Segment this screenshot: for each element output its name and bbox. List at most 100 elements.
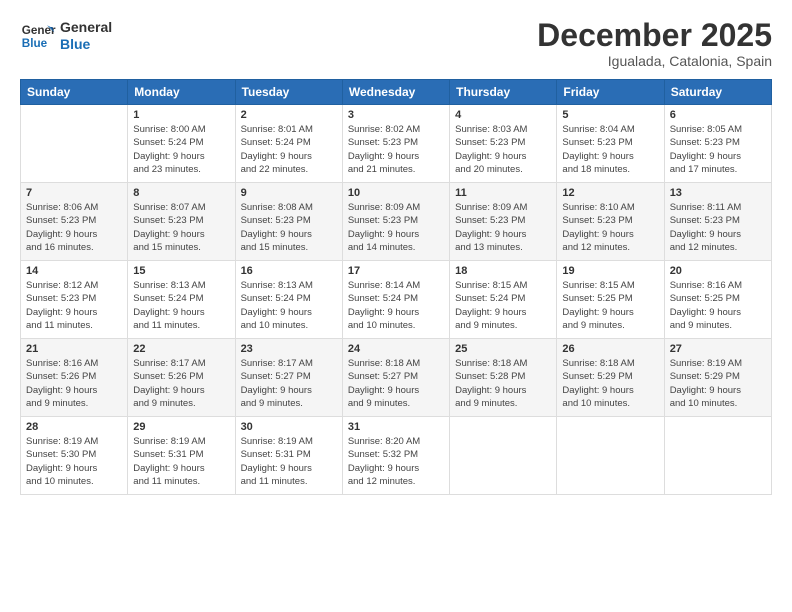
day-info: Sunrise: 8:17 AMSunset: 5:27 PMDaylight:… <box>241 357 337 410</box>
day-number: 17 <box>348 265 444 277</box>
day-info: Sunrise: 8:14 AMSunset: 5:24 PMDaylight:… <box>348 279 444 332</box>
calendar-cell: 13 Sunrise: 8:11 AMSunset: 5:23 PMDayligh… <box>664 183 771 261</box>
day-info: Sunrise: 8:02 AMSunset: 5:23 PMDaylight:… <box>348 123 444 176</box>
calendar-cell: 14Sunrise: 8:12 AMSunset: 5:23 PMDayligh… <box>21 261 128 339</box>
day-number: 29 <box>133 421 229 433</box>
day-number: 19 <box>562 265 658 277</box>
calendar-cell: 18 Sunrise: 8:15 AMSunset: 5:24 PMDayligh… <box>450 261 557 339</box>
day-info: Sunrise: 8:15 AMSunset: 5:24 PMDaylight:… <box>455 279 551 332</box>
calendar-cell: 3 Sunrise: 8:02 AMSunset: 5:23 PMDaylight… <box>342 105 449 183</box>
month-title: December 2025 <box>537 18 772 53</box>
day-number: 25 <box>455 343 551 355</box>
day-number: 3 <box>348 109 444 121</box>
calendar-cell <box>557 417 664 495</box>
logo-line1: General <box>60 19 112 36</box>
calendar-cell: 19 Sunrise: 8:15 AMSunset: 5:25 PMDayligh… <box>557 261 664 339</box>
calendar-cell: 23 Sunrise: 8:17 AMSunset: 5:27 PMDayligh… <box>235 339 342 417</box>
svg-text:General: General <box>22 24 56 37</box>
calendar-cell: 29 Sunrise: 8:19 AMSunset: 5:31 PMDayligh… <box>128 417 235 495</box>
day-info: Sunrise: 8:16 AMSunset: 5:25 PMDaylight:… <box>670 279 766 332</box>
calendar-cell: 17 Sunrise: 8:14 AMSunset: 5:24 PMDayligh… <box>342 261 449 339</box>
day-info: Sunrise: 8:04 AMSunset: 5:23 PMDaylight:… <box>562 123 658 176</box>
day-number: 28 <box>26 421 122 433</box>
day-number: 21 <box>26 343 122 355</box>
calendar-header-friday: Friday <box>557 80 664 105</box>
day-number: 20 <box>670 265 766 277</box>
day-number: 8 <box>133 187 229 199</box>
calendar-header-tuesday: Tuesday <box>235 80 342 105</box>
day-info: Sunrise: 8:10 AMSunset: 5:23 PMDaylight:… <box>562 201 658 254</box>
day-info: Sunrise: 8:00 AMSunset: 5:24 PMDaylight:… <box>133 123 229 176</box>
day-number: 26 <box>562 343 658 355</box>
calendar-cell: 2Sunrise: 8:01 AMSunset: 5:24 PMDaylight… <box>235 105 342 183</box>
calendar-cell: 30Sunrise: 8:19 AMSunset: 5:31 PMDayligh… <box>235 417 342 495</box>
calendar-header-wednesday: Wednesday <box>342 80 449 105</box>
day-info: Sunrise: 8:09 AMSunset: 5:23 PMDaylight:… <box>348 201 444 254</box>
day-number: 27 <box>670 343 766 355</box>
calendar-cell: 1 Sunrise: 8:00 AMSunset: 5:24 PMDaylight… <box>128 105 235 183</box>
day-info: Sunrise: 8:18 AMSunset: 5:29 PMDaylight:… <box>562 357 658 410</box>
day-info: Sunrise: 8:16 AMSunset: 5:26 PMDaylight:… <box>26 357 122 410</box>
calendar-cell: 28 Sunrise: 8:19 AMSunset: 5:30 PMDayligh… <box>21 417 128 495</box>
calendar-cell: 24 Sunrise: 8:18 AMSunset: 5:27 PMDayligh… <box>342 339 449 417</box>
day-number: 22 <box>133 343 229 355</box>
calendar-cell: 12 Sunrise: 8:10 AMSunset: 5:23 PMDayligh… <box>557 183 664 261</box>
day-info: Sunrise: 8:18 AMSunset: 5:28 PMDaylight:… <box>455 357 551 410</box>
calendar-header-sunday: Sunday <box>21 80 128 105</box>
day-number: 13 <box>670 187 766 199</box>
day-number: 24 <box>348 343 444 355</box>
day-number: 7 <box>26 187 122 199</box>
day-number: 4 <box>455 109 551 121</box>
calendar-cell <box>450 417 557 495</box>
calendar-cell <box>664 417 771 495</box>
day-number: 16 <box>241 265 337 277</box>
day-number: 23 <box>241 343 337 355</box>
location: Igualada, Catalonia, Spain <box>537 53 772 69</box>
day-info: Sunrise: 8:09 AMSunset: 5:23 PMDaylight:… <box>455 201 551 254</box>
day-info: Sunrise: 8:19 AMSunset: 5:29 PMDaylight:… <box>670 357 766 410</box>
svg-text:Blue: Blue <box>22 37 48 50</box>
calendar-cell: 15Sunrise: 8:13 AMSunset: 5:24 PMDayligh… <box>128 261 235 339</box>
day-number: 1 <box>133 109 229 121</box>
day-info: Sunrise: 8:15 AMSunset: 5:25 PMDaylight:… <box>562 279 658 332</box>
calendar-cell: 4Sunrise: 8:03 AMSunset: 5:23 PMDaylight… <box>450 105 557 183</box>
day-info: Sunrise: 8:17 AMSunset: 5:26 PMDaylight:… <box>133 357 229 410</box>
day-number: 10 <box>348 187 444 199</box>
day-number: 11 <box>455 187 551 199</box>
calendar-cell: 21 Sunrise: 8:16 AMSunset: 5:26 PMDayligh… <box>21 339 128 417</box>
day-number: 2 <box>241 109 337 121</box>
calendar-header-monday: Monday <box>128 80 235 105</box>
day-info: Sunrise: 8:19 AMSunset: 5:31 PMDaylight:… <box>133 435 229 488</box>
calendar-cell: 26 Sunrise: 8:18 AMSunset: 5:29 PMDayligh… <box>557 339 664 417</box>
day-number: 9 <box>241 187 337 199</box>
calendar-cell: 22 Sunrise: 8:17 AMSunset: 5:26 PMDayligh… <box>128 339 235 417</box>
logo: General Blue General Blue <box>20 18 112 54</box>
logo-line2: Blue <box>60 36 112 53</box>
calendar-cell: 31Sunrise: 8:20 AMSunset: 5:32 PMDayligh… <box>342 417 449 495</box>
day-info: Sunrise: 8:19 AMSunset: 5:30 PMDaylight:… <box>26 435 122 488</box>
calendar-cell: 25 Sunrise: 8:18 AMSunset: 5:28 PMDayligh… <box>450 339 557 417</box>
calendar-cell: 6Sunrise: 8:05 AMSunset: 5:23 PMDaylight… <box>664 105 771 183</box>
calendar-cell: 9 Sunrise: 8:08 AMSunset: 5:23 PMDaylight… <box>235 183 342 261</box>
day-number: 30 <box>241 421 337 433</box>
calendar-cell: 7 Sunrise: 8:06 AMSunset: 5:23 PMDaylight… <box>21 183 128 261</box>
page-header: General Blue General Blue December 2025 … <box>20 18 772 69</box>
day-info: Sunrise: 8:05 AMSunset: 5:23 PMDaylight:… <box>670 123 766 176</box>
day-info: Sunrise: 8:11 AMSunset: 5:23 PMDaylight:… <box>670 201 766 254</box>
day-info: Sunrise: 8:08 AMSunset: 5:23 PMDaylight:… <box>241 201 337 254</box>
calendar-cell: 8 Sunrise: 8:07 AMSunset: 5:23 PMDaylight… <box>128 183 235 261</box>
day-number: 12 <box>562 187 658 199</box>
day-info: Sunrise: 8:13 AMSunset: 5:24 PMDaylight:… <box>241 279 337 332</box>
calendar-cell: 5Sunrise: 8:04 AMSunset: 5:23 PMDaylight… <box>557 105 664 183</box>
day-info: Sunrise: 8:18 AMSunset: 5:27 PMDaylight:… <box>348 357 444 410</box>
day-number: 14 <box>26 265 122 277</box>
day-number: 18 <box>455 265 551 277</box>
calendar-cell: 20 Sunrise: 8:16 AMSunset: 5:25 PMDayligh… <box>664 261 771 339</box>
calendar-cell: 11 Sunrise: 8:09 AMSunset: 5:23 PMDayligh… <box>450 183 557 261</box>
calendar-cell <box>21 105 128 183</box>
calendar-cell: 10 Sunrise: 8:09 AMSunset: 5:23 PMDayligh… <box>342 183 449 261</box>
day-info: Sunrise: 8:13 AMSunset: 5:24 PMDaylight:… <box>133 279 229 332</box>
calendar-header-thursday: Thursday <box>450 80 557 105</box>
day-info: Sunrise: 8:06 AMSunset: 5:23 PMDaylight:… <box>26 201 122 254</box>
day-info: Sunrise: 8:07 AMSunset: 5:23 PMDaylight:… <box>133 201 229 254</box>
